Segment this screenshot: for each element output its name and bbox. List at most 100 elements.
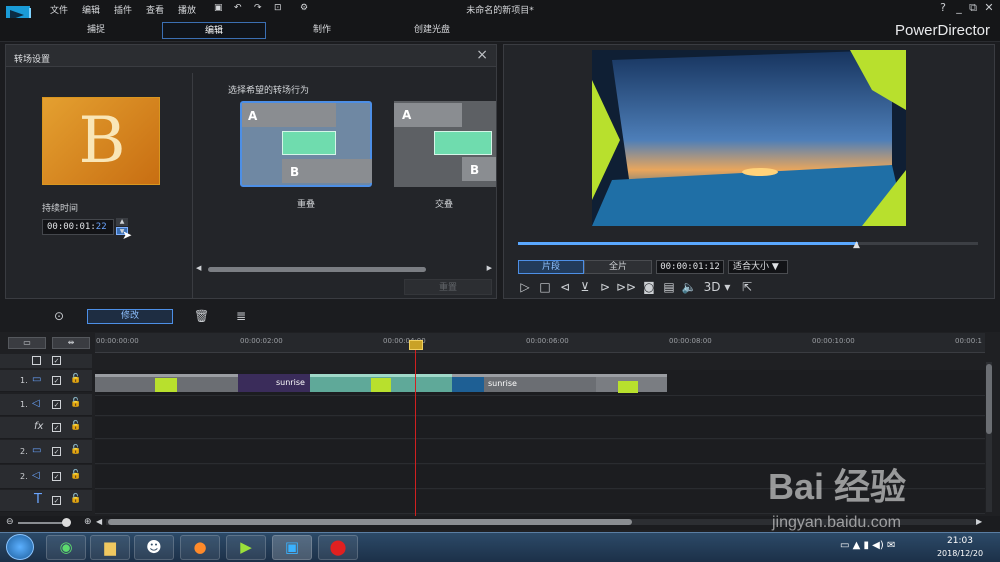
movie-mode-button[interactable]: 全片 xyxy=(584,260,652,274)
reset-button[interactable]: 重置 xyxy=(404,279,492,295)
ruler-tick: 00:00:02:00 xyxy=(240,337,283,345)
horizontal-scrollbar[interactable]: ◀ ▶ xyxy=(196,264,492,273)
scrollbar-thumb[interactable] xyxy=(208,267,426,272)
track-number: 2. xyxy=(20,472,28,481)
track-video-1[interactable]: sunrise sunrise xyxy=(95,370,985,396)
duration-value: 00:00:01:22 xyxy=(47,222,107,232)
zoom-out-icon[interactable]: ⊖ xyxy=(6,517,14,527)
fast-forward-icon[interactable]: ⊳⊳ xyxy=(616,280,636,294)
scroll-right-icon[interactable]: ▶ xyxy=(976,517,982,526)
snapshot-icon[interactable]: ◙ xyxy=(640,280,658,294)
clock-time[interactable]: 21:03 xyxy=(930,536,990,546)
save-icon[interactable]: ▣ xyxy=(214,3,223,13)
play-icon[interactable]: ▷ xyxy=(516,280,534,294)
undock-icon[interactable]: ⇱ xyxy=(738,280,756,294)
lock-icon[interactable]: 🔓 xyxy=(70,374,81,384)
menu-file[interactable]: 文件 xyxy=(50,3,68,16)
watermark-logo: Bai 经验 xyxy=(768,466,907,507)
track-enable-checkbox[interactable]: ✓ xyxy=(52,472,61,481)
video-clip[interactable]: sunrise xyxy=(238,374,310,392)
scroll-right-icon[interactable]: ▶ xyxy=(487,264,492,272)
option-cross[interactable]: A B xyxy=(394,101,496,187)
tab-capture[interactable]: 捕捉 xyxy=(40,22,152,39)
help-icon[interactable]: ? xyxy=(936,1,950,14)
browser-360-icon[interactable]: ◉ xyxy=(46,535,86,560)
next-frame-icon[interactable]: ⊳ xyxy=(596,280,614,294)
screen-recorder-icon[interactable]: ⬤ xyxy=(318,535,358,560)
qq-icon[interactable]: ☻ xyxy=(134,535,174,560)
track-fx[interactable] xyxy=(95,417,985,439)
track-enable-checkbox[interactable]: ✓ xyxy=(52,496,61,505)
all-tracks-enable-checkbox[interactable]: ✓ xyxy=(52,356,61,365)
scrollbar-thumb[interactable] xyxy=(986,364,992,434)
lock-icon[interactable]: 🔓 xyxy=(70,470,81,480)
split-icon[interactable]: ⊻ xyxy=(576,280,594,294)
video-clip[interactable]: sunrise xyxy=(452,374,667,393)
scrollbar-thumb[interactable] xyxy=(108,519,632,525)
firefox-icon[interactable]: ● xyxy=(180,535,220,560)
zoom-select[interactable]: 适合大小 ▼ xyxy=(728,260,788,274)
duration-frames[interactable]: 22 xyxy=(96,222,107,232)
settings-gear-icon[interactable]: ⚙ xyxy=(300,3,308,13)
track-enable-checkbox[interactable]: ✓ xyxy=(52,376,61,385)
delete-icon[interactable]: 🗑 xyxy=(194,309,209,323)
track-enable-checkbox[interactable]: ✓ xyxy=(52,423,61,432)
vertical-scrollbar[interactable] xyxy=(986,362,992,512)
menu-edit[interactable]: 编辑 xyxy=(82,3,100,16)
tab-edit[interactable]: 编辑 xyxy=(162,22,266,39)
audio-track-icon: ◁ xyxy=(32,470,40,481)
watermark-url: jingyan.baidu.com xyxy=(772,514,901,531)
undo-icon[interactable]: ↶ xyxy=(234,3,242,13)
subtitle-icon[interactable]: ▤ xyxy=(660,280,678,294)
zoom-slider[interactable] xyxy=(18,522,68,524)
minimize-icon[interactable]: _ xyxy=(952,1,966,14)
fx-track-icon: fx xyxy=(34,421,44,432)
lock-icon[interactable]: 🔓 xyxy=(70,494,81,504)
system-tray[interactable]: ▭ ▲ ▮ ◀) ✉ xyxy=(840,540,895,551)
file-explorer-icon[interactable]: ▆ xyxy=(90,535,130,560)
playhead-handle[interactable] xyxy=(409,340,423,350)
lock-icon[interactable]: 🔓 xyxy=(70,398,81,408)
menu-plugins[interactable]: 插件 xyxy=(114,3,132,16)
track-audio-1[interactable] xyxy=(95,396,985,416)
spin-up-icon[interactable]: ▲ xyxy=(116,218,128,226)
prev-frame-icon[interactable]: ⊲ xyxy=(556,280,574,294)
scroll-left-icon[interactable]: ◀ xyxy=(96,517,102,526)
tab-create-disc[interactable]: 创建光盘 xyxy=(380,22,484,39)
volume-icon[interactable]: 🔈 xyxy=(680,280,698,294)
menu-view[interactable]: 查看 xyxy=(146,3,164,16)
expand-icon[interactable]: ⊙ xyxy=(54,309,64,323)
close-icon[interactable]: ✕ xyxy=(982,1,996,14)
redo-icon[interactable]: ↷ xyxy=(254,3,262,13)
track-enable-checkbox[interactable]: ✓ xyxy=(52,400,61,409)
close-icon[interactable]: × xyxy=(476,47,488,63)
clip-mode-button[interactable]: 片段 xyxy=(518,260,584,274)
preview-seekbar[interactable] xyxy=(518,242,978,245)
fit-timeline-icon[interactable]: ▭ xyxy=(8,337,46,349)
modify-button[interactable]: 修改 xyxy=(87,309,173,324)
zoom-to-fit-icon[interactable]: ⇹ xyxy=(52,337,90,349)
stop-icon[interactable]: □ xyxy=(536,280,554,294)
3d-mode-button[interactable]: 3D ▾ xyxy=(702,280,732,294)
clip-thumbnail xyxy=(371,378,391,392)
scroll-left-icon[interactable]: ◀ xyxy=(196,264,201,272)
zoom-in-icon[interactable]: ⊕ xyxy=(84,517,92,527)
track-enable-checkbox[interactable]: ✓ xyxy=(52,447,61,456)
lock-icon[interactable]: 🔓 xyxy=(70,445,81,455)
duration-field[interactable]: 00:00:01:22 xyxy=(42,219,114,235)
clip-properties-icon[interactable]: ≣ xyxy=(236,309,246,323)
aspect-ratio-icon[interactable]: ⊡ xyxy=(274,3,282,13)
clock-date[interactable]: 2018/12/20 xyxy=(930,549,990,558)
all-tracks-checkbox[interactable] xyxy=(32,356,41,365)
start-button[interactable] xyxy=(6,534,34,560)
zoom-slider-handle[interactable] xyxy=(62,518,71,527)
timecode-display[interactable]: 00:00:01:12 xyxy=(656,260,724,274)
video-app-icon[interactable]: ▣ xyxy=(272,535,312,560)
powerdirector-taskbar-icon[interactable]: ▶ xyxy=(226,535,266,560)
seekbar-handle[interactable]: ▲ xyxy=(853,240,860,250)
lock-icon[interactable]: 🔓 xyxy=(70,421,81,431)
tab-produce[interactable]: 制作 xyxy=(270,22,374,39)
menu-playback[interactable]: 播放 xyxy=(178,3,196,16)
restore-icon[interactable]: ⧉ xyxy=(966,1,980,15)
option-overlap[interactable]: A B xyxy=(240,101,372,187)
